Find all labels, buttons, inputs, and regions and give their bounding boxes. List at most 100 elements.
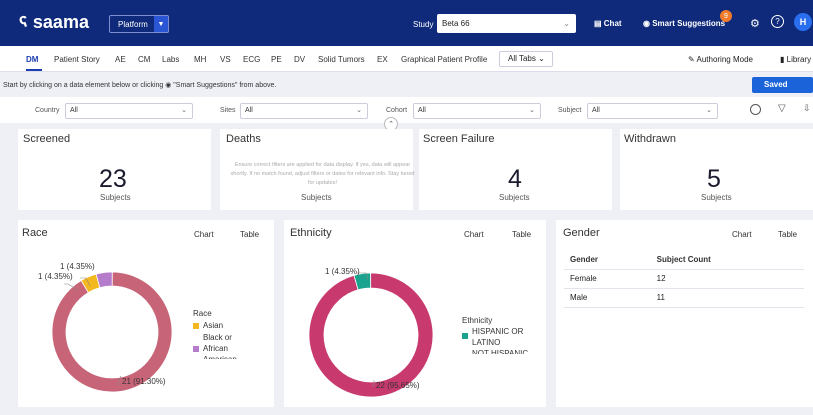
ethnicity-legend-not-hispanic[interactable]: NOT HISPANIC — [472, 348, 532, 354]
sites-select[interactable]: All ⌄ — [240, 103, 368, 119]
authoring-mode-button[interactable]: ✎ Authoring Mode — [688, 55, 753, 64]
cohort-label: Cohort — [386, 107, 408, 114]
saved-filters-button[interactable]: Saved Filters — [752, 77, 813, 105]
gear-icon[interactable]: ⚙ — [750, 17, 760, 30]
cohort-value: All — [418, 107, 426, 114]
kpi-unit: Subjects — [100, 193, 131, 202]
filter-icon[interactable]: ▽ — [778, 103, 786, 114]
chevron-down-icon: ⌄ — [563, 19, 570, 28]
tab-cm[interactable]: CM — [138, 55, 150, 64]
tab-ex[interactable]: EX — [377, 55, 388, 64]
platform-label: Platform — [118, 19, 148, 29]
race-legend-asian[interactable]: Asian — [203, 320, 223, 331]
gender-table-tab[interactable]: Table — [778, 230, 797, 239]
all-tabs-label: All Tabs — [508, 54, 536, 63]
tab-ecg[interactable]: ECG — [243, 55, 260, 64]
kpi-title: Deaths — [226, 133, 261, 145]
chevron-up-icon: ⌃ — [388, 121, 394, 128]
tab-pe[interactable]: PE — [271, 55, 282, 64]
kpi-deaths[interactable]: Deaths Ensure correct filters are applie… — [220, 129, 415, 210]
chat-label: Chat — [603, 19, 622, 28]
chevron-down-icon: ⌄ — [356, 107, 362, 114]
help-icon[interactable]: ? — [771, 15, 784, 28]
kpi-unit: Subjects — [499, 193, 530, 202]
chevron-down-icon: ⌄ — [181, 107, 187, 114]
table-cell: 12 — [650, 269, 804, 289]
legend-swatch — [193, 346, 199, 352]
ethnicity-legend-hispanic[interactable]: HISPANIC OR LATINO — [472, 326, 532, 348]
study-select[interactable]: Beta 66 ⌄ — [437, 14, 576, 33]
ethnicity-legend-title: Ethnicity — [462, 316, 493, 325]
tab-dm[interactable]: DM — [26, 55, 38, 64]
library-label: Library — [786, 55, 812, 64]
all-tabs-dropdown[interactable]: All Tabs ⌄ — [499, 51, 553, 67]
smart-suggestions-button[interactable]: ◉ Smart Suggestions — [643, 19, 725, 28]
top-bar: ʕ saama Platform ▼ Study Beta 66 ⌄ ▤ Chat ◉… — [0, 0, 813, 46]
gender-table: Gender Subject Count Female 12 Male 11 — [564, 250, 804, 308]
kpi-title: Screen Failure — [423, 133, 495, 145]
kpi-screen-failure[interactable]: Screen Failure 4 Subjects — [419, 129, 612, 210]
kpi-value: 5 — [707, 165, 721, 193]
chat-button[interactable]: ▤ Chat — [594, 19, 622, 28]
race-legend-title: Race — [193, 309, 212, 318]
subject-select[interactable]: All ⌄ — [587, 103, 718, 119]
download-icon[interactable]: ⇩ — [803, 103, 811, 114]
race-legend-black[interactable]: Black or African American — [203, 332, 253, 359]
tab-patient-story[interactable]: Patient Story — [54, 55, 100, 64]
country-value: All — [70, 107, 78, 114]
legend-swatch — [462, 333, 468, 339]
avatar[interactable]: H — [794, 13, 812, 31]
no-data-note: Ensure correct filters are applied for d… — [230, 162, 415, 186]
kpi-unit: Subjects — [701, 193, 732, 202]
cohort-select[interactable]: All ⌄ — [413, 103, 541, 119]
table-header-row: Gender Subject Count — [564, 250, 804, 270]
column-header: Gender — [564, 250, 651, 270]
kpi-withdrawn[interactable]: Withdrawn 5 Subjects — [620, 129, 813, 210]
tab-labs[interactable]: Labs — [162, 55, 179, 64]
clock-icon[interactable] — [750, 104, 761, 115]
tab-ae[interactable]: AE — [115, 55, 126, 64]
chevron-down-icon: ▼ — [154, 16, 168, 32]
sites-value: All — [245, 107, 253, 114]
saama-logo[interactable]: ʕ saama — [17, 12, 89, 33]
kpi-value: 4 — [508, 165, 522, 193]
ethnicity-card: Ethnicity Chart Table 1 (4.35%) 22 (95.6… — [284, 220, 546, 407]
tab-vs[interactable]: VS — [220, 55, 231, 64]
library-button[interactable]: ▮ Library — [780, 55, 811, 64]
table-cell: Male — [564, 288, 651, 308]
country-select[interactable]: All ⌄ — [65, 103, 193, 119]
module-tabs: DM Patient Story AE CM Labs MH VS ECG PE… — [0, 46, 813, 72]
sites-label: Sites — [220, 107, 236, 114]
gender-card: Gender Chart Table — [556, 220, 813, 407]
column-header: Subject Count — [650, 250, 804, 270]
race-label-other: 21 (91.30%) — [122, 377, 166, 386]
hint-bar: Start by clicking on a data element belo… — [0, 72, 813, 97]
hint-text: Start by clicking on a data element belo… — [3, 82, 277, 89]
platform-dropdown[interactable]: Platform ▼ — [109, 15, 169, 33]
kpi-screened[interactable]: Screened 23 Subjects — [18, 129, 211, 210]
chevron-down-icon: ⌄ — [529, 107, 535, 114]
kpi-title: Withdrawn — [624, 133, 676, 145]
ethnicity-slice-1[interactable] — [308, 272, 434, 398]
ethnicity-label-not-hispanic: 22 (95.65%) — [376, 381, 420, 390]
race-slice-2[interactable] — [51, 271, 173, 393]
table-cell: 11 — [650, 288, 804, 308]
subject-value: All — [592, 107, 600, 114]
filter-bar: Country All ⌄ Sites All ⌄ Cohort All ⌄ Subj… — [0, 97, 813, 123]
table-cell: Female — [564, 269, 651, 289]
gender-chart-tab[interactable]: Chart — [732, 230, 752, 239]
race-card: Race Chart Table 1 (4.35%) 1 (4.35%) 21 … — [18, 220, 274, 407]
table-row[interactable]: Female 12 — [564, 269, 804, 289]
tab-solid-tumors[interactable]: Solid Tumors — [318, 55, 365, 64]
race-label-asian: 1 (4.35%) — [60, 262, 95, 271]
tab-graphical-patient-profile[interactable]: Graphical Patient Profile — [401, 55, 487, 64]
race-label-black: 1 (4.35%) — [38, 272, 73, 281]
authoring-mode-label: Authoring Mode — [696, 55, 753, 64]
table-row[interactable]: Male 11 — [564, 288, 804, 308]
country-label: Country — [35, 107, 60, 114]
logo-mark-icon: ʕ — [17, 12, 32, 32]
tab-dv[interactable]: DV — [294, 55, 305, 64]
smart-suggestions-label: Smart Suggestions — [652, 19, 726, 28]
kpi-unit: Subjects — [301, 193, 332, 202]
tab-mh[interactable]: MH — [194, 55, 206, 64]
